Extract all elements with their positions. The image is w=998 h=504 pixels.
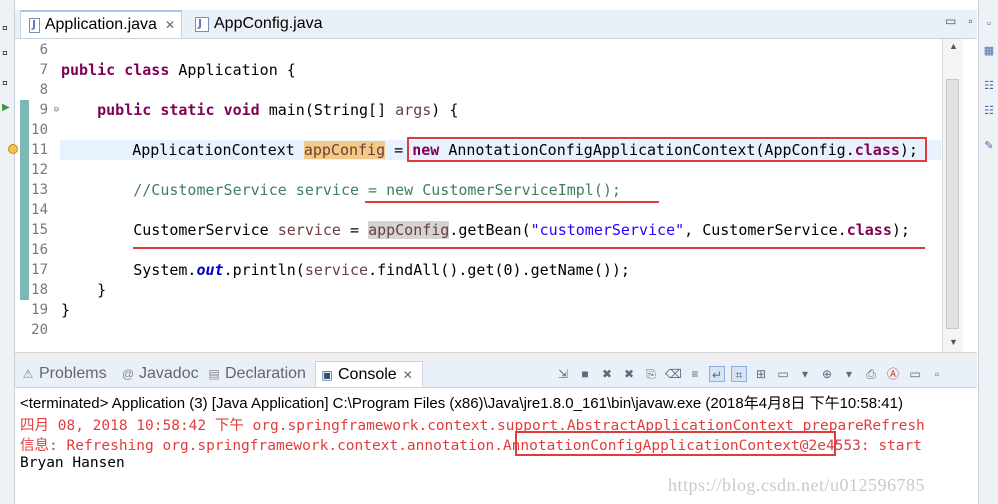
code-line: System.out.println(service.findAll().get…	[133, 261, 630, 279]
watermark: https://blog.csdn.net/u012596785	[668, 475, 925, 495]
console-launch-header: <terminated> Application (3) [Java Appli…	[20, 395, 903, 412]
task-list-icon[interactable]: ☷	[983, 80, 995, 92]
problems-icon: ⚠	[22, 367, 34, 381]
line-number-ruler: 6 7 8 9 ⊖ 10 11 12 13 14 15 16 17 18 19 2…	[8, 40, 59, 340]
minimize-icon[interactable]: ▭	[945, 14, 968, 28]
tab-appconfig-java[interactable]: AppConfig.java	[187, 10, 327, 38]
ant-icon[interactable]: ⎙	[863, 366, 879, 382]
restore-icon[interactable]: ▫	[2, 20, 12, 37]
outline-view-icon[interactable]: ▦	[983, 45, 995, 57]
editor-vertical-scrollbar[interactable]: ▲ ▼	[942, 39, 963, 352]
pin-icon[interactable]: ⇲	[555, 366, 571, 382]
code-line: }	[61, 301, 71, 319]
code-line: }	[61, 281, 107, 299]
code-line: public static void main(String[] args) {	[97, 101, 459, 119]
line-number: 18	[31, 282, 48, 298]
java-file-icon	[195, 16, 209, 32]
occurrence-highlight: appConfig	[303, 141, 386, 159]
tasks-icon[interactable]: ✎	[983, 140, 995, 152]
line-number-with-fold[interactable]: 9 ⊖	[20, 100, 59, 120]
annotation-underline-getbean	[133, 247, 925, 249]
chevron-down-icon[interactable]: ▾	[797, 366, 813, 382]
console-icon: ▣	[321, 367, 333, 382]
terminate-icon[interactable]: ■	[577, 366, 593, 382]
tab-console[interactable]: ▣ Console ✕	[315, 361, 423, 387]
line-number-with-warning: 11	[8, 140, 50, 160]
line-number: 10	[31, 122, 48, 138]
outline-icon[interactable]: ▫	[2, 75, 12, 92]
word-wrap-icon[interactable]: ↵	[709, 366, 725, 382]
line-number: 8	[39, 82, 48, 98]
scrollbar-thumb[interactable]	[946, 79, 959, 329]
run-icon[interactable]: ▶	[2, 102, 12, 113]
line-number: 17	[31, 262, 48, 278]
left-trim-bar: ▫ ▫ ▫ ▶	[0, 0, 15, 504]
panel-tab-bar: ⚠ Problems @ Javadoc ▤ Declaration ▣ Con…	[15, 361, 977, 388]
fold-collapse-icon[interactable]: ⊖	[54, 100, 59, 120]
line-number: 20	[31, 322, 48, 338]
open-console-icon[interactable]: ⊞	[753, 366, 769, 382]
annotation-box-new-context	[407, 137, 927, 162]
line-number: 15	[31, 222, 48, 238]
line-number: 6	[39, 42, 48, 58]
close-icon[interactable]: ✕	[165, 18, 175, 32]
code-comment: //CustomerService service = new Customer…	[133, 181, 621, 199]
annotation-box-console	[515, 431, 836, 456]
display-console-icon[interactable]: ▭	[775, 366, 791, 382]
remove-all-icon[interactable]: ✖	[621, 366, 637, 382]
line-number: 13	[31, 182, 48, 198]
line-number: 12	[31, 162, 48, 178]
editor-tab-bar: Application.java ✕ AppConfig.java ▭▫	[15, 10, 977, 39]
line-number: 7	[39, 62, 48, 78]
remove-launch-icon[interactable]: ✖	[599, 366, 615, 382]
maximize-icon[interactable]: ▫	[968, 14, 984, 28]
annotation-underline-comment	[365, 201, 659, 203]
occurrence-highlight: appConfig	[368, 221, 450, 239]
scroll-up-icon[interactable]: ▲	[949, 41, 958, 51]
properties-icon[interactable]: Ⓐ	[885, 366, 901, 382]
package-explorer-icon[interactable]: ▫	[2, 45, 12, 62]
code-line: CustomerService service = appConfig.getB…	[133, 221, 910, 239]
scroll-lock-icon[interactable]: ≡	[687, 366, 703, 382]
chevron-down-icon[interactable]: ▾	[841, 366, 857, 382]
tab-application-java[interactable]: Application.java ✕	[20, 10, 182, 38]
tab-declaration[interactable]: ▤ Declaration	[203, 361, 313, 387]
javadoc-icon: @	[121, 367, 135, 381]
close-icon[interactable]: ✕	[403, 368, 413, 382]
declaration-icon: ▤	[208, 367, 220, 381]
clear-console-icon[interactable]: ⌫	[665, 366, 682, 382]
copy-icon[interactable]: ⎘	[643, 366, 659, 382]
show-on-output-icon[interactable]: ⌗	[731, 366, 747, 382]
line-number: 19	[31, 302, 48, 318]
right-trim-bar: ▫ ▦ ☷ ☷ ✎	[978, 0, 998, 504]
tab-problems[interactable]: ⚠ Problems	[17, 361, 115, 387]
java-file-icon	[29, 17, 40, 33]
line-number: 16	[31, 242, 48, 258]
code-line: //CustomerService service = new Customer…	[61, 180, 941, 200]
minimize-icon[interactable]: ▭	[907, 366, 923, 382]
scroll-down-icon[interactable]: ▼	[949, 337, 958, 347]
hierarchy-icon[interactable]: ☷	[983, 105, 995, 117]
new-console-icon[interactable]: ⊕	[819, 366, 835, 382]
restore-icon[interactable]: ▫	[983, 18, 995, 30]
console-toolbar: ⇲ ■ ✖ ✖ ⎘ ⌫ ≡ ↵ ⌗ ⊞ ▭ ▾ ⊕ ▾ ⎙ Ⓐ ▭ ▫	[555, 365, 951, 383]
maximize-icon[interactable]: ▫	[929, 366, 945, 382]
warning-icon[interactable]	[8, 144, 18, 154]
line-number: 14	[31, 202, 48, 218]
console-output-line: Bryan Hansen	[20, 455, 125, 471]
tab-label: Application.java	[44, 16, 157, 33]
code-line: public class Application {	[61, 61, 296, 79]
tab-javadoc[interactable]: @ Javadoc	[117, 361, 203, 387]
code-editor[interactable]: public class Application { public static…	[60, 40, 941, 340]
tab-label: AppConfig.java	[214, 15, 323, 32]
